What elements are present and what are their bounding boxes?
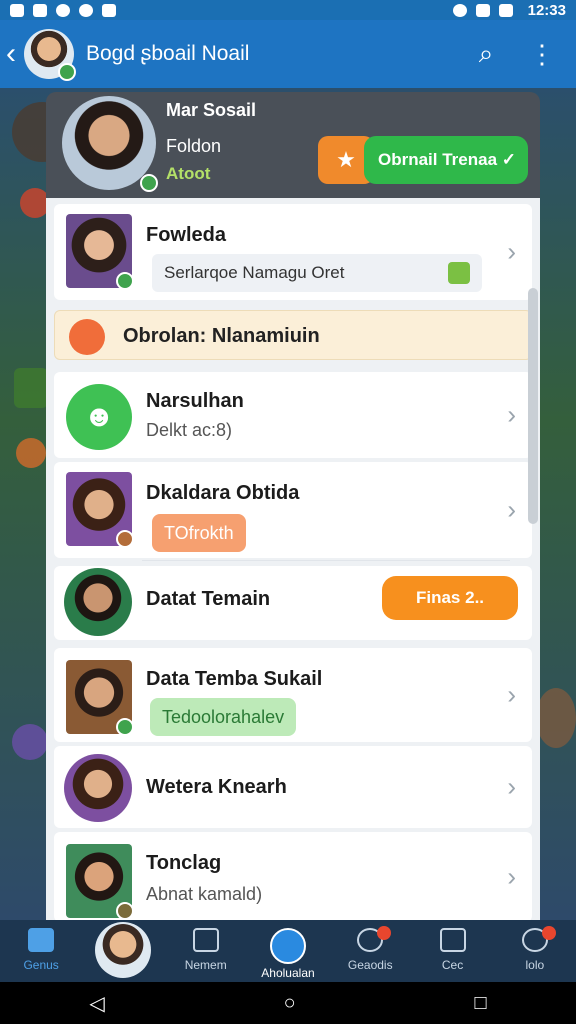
profile-name: Mar Sosail	[166, 100, 257, 120]
list-item-subtitle: Abnat kamald)	[146, 884, 263, 904]
list-item-subtitle: Delkt ac:8)	[146, 420, 233, 440]
page-title: Bogd ʂboail Noail	[86, 42, 250, 65]
bluetooth-icon	[452, 3, 467, 17]
notification-icon	[102, 3, 116, 17]
group-chat-icon: ☻	[66, 384, 132, 450]
nav-profile[interactable]	[82, 920, 164, 982]
list-item-title: Wetera Knearh	[146, 776, 287, 798]
search-icon[interactable]: ⌕	[458, 38, 514, 70]
divider	[142, 560, 510, 561]
avatar	[64, 754, 132, 822]
status-pill[interactable]: Tedoolorahalev	[150, 698, 297, 736]
avatar	[66, 844, 134, 920]
app-bar: ‹ Bogd ʂboail Noail ⌕ ⋮	[0, 20, 576, 88]
avatar	[66, 214, 134, 290]
nav-label: Geaodis	[347, 958, 393, 972]
avatar	[66, 472, 134, 548]
list-item[interactable]: Data Temba Sukail Tedoolorahalev ›	[54, 648, 532, 742]
list-item[interactable]: Fowleda Serlarqoe Namagu Oret ›	[54, 204, 532, 300]
avatar	[66, 660, 134, 736]
avatar	[95, 922, 152, 978]
more-vert-icon[interactable]: ⋮	[514, 39, 570, 70]
wifi-icon	[475, 3, 490, 17]
list-item-title: Dkaldara Obtida	[146, 482, 300, 504]
online-badge	[58, 63, 76, 81]
group-icon	[69, 319, 105, 355]
section-header[interactable]: Obrolan: Nlanamiuin	[54, 310, 532, 360]
list-item[interactable]: Wetera Knearh ›	[54, 746, 532, 828]
home-icon	[28, 928, 55, 952]
profile-status: Foldon	[166, 136, 222, 156]
list-item-title: Data Temba Sukail	[146, 668, 323, 690]
avatar[interactable]	[24, 29, 76, 81]
recents-icon[interactable]: □	[474, 992, 486, 1015]
list-item[interactable]: ☻ Narsulhan Delkt ac:8) ›	[54, 372, 532, 458]
back-icon[interactable]: ◁	[89, 991, 104, 1016]
avatar	[64, 568, 132, 636]
list-item[interactable]: Tonclag Abnat kamald) ›	[54, 832, 532, 920]
nav-members[interactable]: Nemem	[165, 920, 247, 982]
chevron-right-icon: ›	[507, 494, 516, 525]
grid-icon	[192, 928, 219, 952]
sticker-icon[interactable]	[448, 262, 470, 284]
section-title: Obrolan: Nlanamiuin	[123, 325, 320, 347]
scrollbar[interactable]	[528, 288, 538, 524]
nav-cec[interactable]: Cec	[411, 920, 493, 982]
nav-label: Genus	[23, 958, 59, 972]
profile-avatar[interactable]	[62, 96, 158, 192]
home-button-icon[interactable]: ○	[284, 992, 296, 1015]
status-pill[interactable]: TOfrokth	[152, 514, 246, 552]
chevron-right-icon: ›	[507, 679, 516, 710]
notification-badge	[541, 926, 556, 940]
action-button[interactable]: Finas 2..	[382, 576, 518, 620]
chat-list: Fowleda Serlarqoe Namagu Oret › Obrolan:…	[46, 198, 540, 920]
add-friend-button[interactable]: Obrnail Trenaa ✓	[364, 136, 528, 184]
system-nav: ◁ ○ □	[0, 982, 576, 1024]
list-item[interactable]: Datat Temain Finas 2..	[54, 566, 532, 640]
nav-active[interactable]: Aholualan	[247, 920, 329, 982]
nav-info[interactable]: lolo	[494, 920, 576, 982]
list-item[interactable]: Dkaldara Obtida TOfrokth ›	[54, 462, 532, 558]
notification-icon	[33, 3, 47, 17]
list-item-title: Tonclag	[146, 852, 222, 874]
notification-icon	[56, 3, 70, 17]
nav-goods[interactable]: Geaodis	[329, 920, 411, 982]
notification-icon	[79, 3, 93, 17]
chevron-right-icon: ›	[507, 399, 516, 430]
status-bar: 12:33	[0, 0, 576, 20]
nav-label: lolo	[525, 958, 545, 972]
chevron-right-icon: ›	[507, 861, 516, 892]
bottom-nav: Genus Nemem Aholualan Geaodis Cec lolo	[0, 920, 576, 982]
nav-label: Aholualan	[261, 966, 315, 980]
nav-home[interactable]: Genus	[0, 920, 82, 982]
clock: 12:33	[527, 1, 566, 19]
screen-icon	[439, 928, 466, 952]
list-item-title: Fowleda	[146, 224, 227, 246]
nav-label: Cec	[441, 958, 464, 972]
profile-header: Mar Sosail Foldon Atoot ★ Obrnail Trenaa…	[46, 92, 540, 198]
compose-icon	[269, 928, 306, 964]
chevron-right-icon: ›	[507, 236, 516, 267]
list-item-title: Narsulhan	[146, 390, 244, 412]
list-item-title: Datat Temain	[146, 588, 271, 610]
profile-tags: Atoot	[166, 164, 211, 183]
message-text: Serlarqoe Namagu Oret	[164, 263, 345, 282]
nav-label: Nemem	[184, 958, 227, 972]
notification-icon	[10, 3, 24, 17]
notification-badge	[377, 926, 392, 940]
message-input[interactable]: Serlarqoe Namagu Oret	[152, 254, 482, 292]
battery-icon	[498, 3, 513, 17]
chevron-right-icon: ›	[507, 771, 516, 802]
back-arrow-icon[interactable]: ‹	[6, 37, 24, 71]
